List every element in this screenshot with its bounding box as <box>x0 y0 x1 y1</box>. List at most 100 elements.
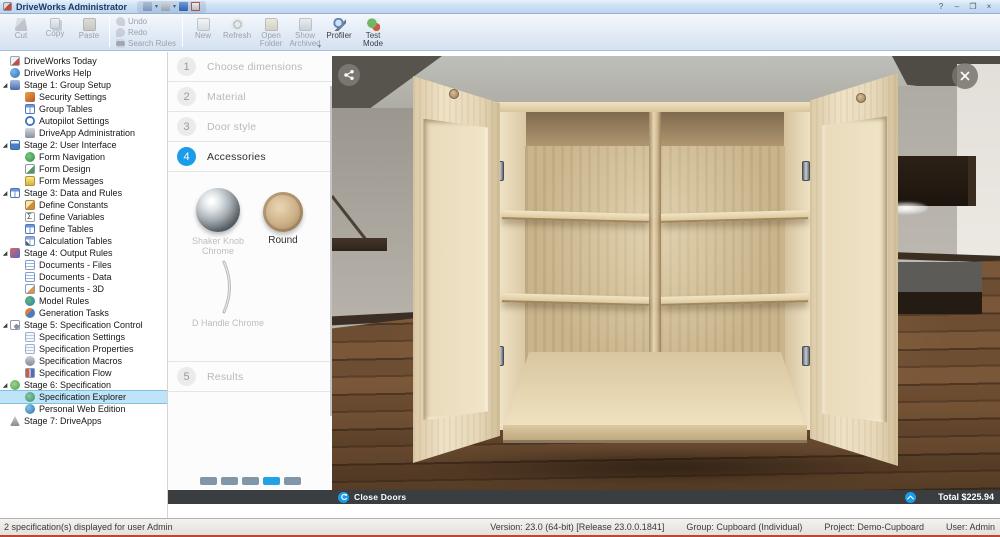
wizard-step-4[interactable]: 4Accessories <box>168 142 332 172</box>
toolbar-button-new[interactable]: New <box>186 16 220 40</box>
wizard-step-1[interactable]: 1Choose dimensions <box>168 52 332 82</box>
sidebar-item-calculation-tables[interactable]: Calculation Tables <box>0 235 167 247</box>
sidebar-item-stage-2-user-interface[interactable]: ◢ Stage 2: User Interface <box>0 139 167 151</box>
sidebar-item-documents-data[interactable]: Documents - Data <box>0 271 167 283</box>
sidebar-item-stage-7-driveapps[interactable]: Stage 7: DriveApps <box>0 415 167 427</box>
step-number: 3 <box>177 117 196 136</box>
close-doors-label[interactable]: Close Doors <box>354 492 406 502</box>
show-archived-icon <box>299 18 312 31</box>
sidebar-item-define-tables[interactable]: Define Tables <box>0 223 167 235</box>
sidebar-item-specification-flow[interactable]: Specification Flow <box>0 367 167 379</box>
pagination-dot[interactable] <box>221 477 238 485</box>
sidebar-item-stage-6-specification[interactable]: ◢Stage 6: Specification <box>0 379 167 391</box>
toolbar-button-refresh[interactable]: Refresh <box>220 16 254 40</box>
sidebar-item-specification-properties[interactable]: Specification Properties <box>0 343 167 355</box>
sidebar-item-label: Form Navigation <box>39 152 105 162</box>
save-icon[interactable] <box>179 2 188 11</box>
document-icon[interactable] <box>143 2 152 11</box>
tree-expander-icon[interactable]: ◢ <box>0 82 10 89</box>
accessory-option-wood-knob[interactable]: Round <box>254 192 312 246</box>
status-field: Version: 23.0 (64-bit) [Release 23.0.0.1… <box>490 522 664 532</box>
pagination-dot[interactable] <box>284 477 301 485</box>
sidebar-item-form-messages[interactable]: Form Messages <box>0 175 167 187</box>
toolbar-button-open-folder[interactable]: Open Folder <box>254 16 288 48</box>
toolbar-button-undo[interactable]: Undo <box>113 16 150 27</box>
minimize-window-button[interactable]: – <box>950 1 964 12</box>
status-field: Project: Demo-Cupboard <box>824 522 924 532</box>
sidebar-item-label: Stage 5: Specification Control <box>24 320 143 330</box>
pagination-dot[interactable] <box>200 477 217 485</box>
accessory-option-chrome-knob[interactable]: Shaker Knob Chrome <box>182 188 254 256</box>
tree-expander-icon[interactable]: ◢ <box>0 382 10 389</box>
expand-summary-button[interactable] <box>905 492 916 503</box>
toolbar-button-cut[interactable]: Cut <box>4 16 38 40</box>
toolbar-button-redo[interactable]: Redo <box>113 27 150 38</box>
sidebar-item-stage-1-group-setup[interactable]: ◢Stage 1: Group Setup <box>0 79 167 91</box>
configurator-wizard: 1Choose dimensions2Material3Door style4A… <box>168 52 332 490</box>
info-icon[interactable] <box>191 2 200 11</box>
stage1-icon <box>10 80 20 90</box>
tree-expander-icon[interactable]: ◢ <box>0 142 10 149</box>
tree-expander-icon[interactable]: ◢ <box>0 322 10 329</box>
sidebar-item-define-constants[interactable]: Define Constants <box>0 199 167 211</box>
wizard-step-2[interactable]: 2Material <box>168 82 332 112</box>
sidebar-item-label: Stage 2: User Interface <box>24 140 117 150</box>
chevron-down-icon[interactable]: ▾ <box>318 43 321 50</box>
wizard-step-3[interactable]: 3Door style <box>168 112 332 142</box>
sidebar-item-driveworks-help[interactable]: DriveWorks Help <box>0 67 167 79</box>
wizard-step-5[interactable]: 5Results <box>168 362 332 392</box>
sidebar-item-documents-3d[interactable]: Documents - 3D <box>0 283 167 295</box>
sidebar-item-stage-4-output-rules[interactable]: ◢ Stage 4: Output Rules <box>0 247 167 259</box>
close-doors-button[interactable] <box>338 492 349 503</box>
chevron-down-icon[interactable]: ▾ <box>173 3 176 10</box>
spec-icon <box>25 332 35 342</box>
cabinet-door-left[interactable] <box>413 76 500 463</box>
sidebar-item-driveworks-today[interactable]: DriveWorks Today <box>0 55 167 67</box>
restore-window-button[interactable]: ❐ <box>966 1 980 12</box>
sidebar-item-group-tables[interactable]: Group Tables <box>0 103 167 115</box>
tree-expander-icon[interactable]: ◢ <box>0 190 10 197</box>
chevron-down-icon[interactable]: ▾ <box>155 3 158 10</box>
cabinet-bottom-panel <box>505 352 805 426</box>
sidebar-item-security-settings[interactable]: Security Settings <box>0 91 167 103</box>
toolbar-button-label: Search Rules <box>128 39 176 48</box>
sidebar-item-model-rules[interactable]: Model Rules <box>0 295 167 307</box>
cabinet-door-right[interactable] <box>810 73 898 466</box>
toolbar-button-show-archived[interactable]: Show Archived <box>288 16 322 48</box>
close-window-button[interactable]: × <box>982 1 996 12</box>
sidebar-item-define-variables[interactable]: Define Variables <box>0 211 167 223</box>
pagination-dot[interactable] <box>242 477 259 485</box>
gen-icon <box>25 308 35 318</box>
3d-preview-viewport[interactable] <box>332 56 1000 490</box>
toolbar-button-search-rules[interactable]: Search Rules <box>113 38 179 49</box>
close-preview-button[interactable] <box>952 63 978 89</box>
print-icon[interactable] <box>161 2 170 11</box>
toolbar-button-paste[interactable]: Paste <box>72 16 106 40</box>
help-window-button[interactable]: ? <box>934 1 948 12</box>
close-icon <box>959 70 971 82</box>
sidebar-item-stage-5-specification-control[interactable]: ◢ Stage 5: Specification Control <box>0 319 167 331</box>
sidebar-item-driveapp-administration[interactable]: DriveApp Administration <box>0 127 167 139</box>
sidebar-item-specification-settings[interactable]: Specification Settings <box>0 331 167 343</box>
sidebar-item-documents-files[interactable]: Documents - Files <box>0 259 167 271</box>
pagination-dot[interactable] <box>263 477 280 485</box>
sidebar-item-generation-tasks[interactable]: Generation Tasks <box>0 307 167 319</box>
sidebar-item-form-navigation[interactable]: Form Navigation <box>0 151 167 163</box>
tree-expander-icon[interactable]: ◢ <box>0 250 10 257</box>
sidebar-item-specification-macros[interactable]: Specification Macros <box>0 355 167 367</box>
sidebar-item-form-design[interactable]: Form Design <box>0 163 167 175</box>
sidebar-tree: DriveWorks TodayDriveWorks Help◢Stage 1:… <box>0 52 168 518</box>
viewport-bottom-bar: Close Doors Total $225.94 <box>168 490 1000 504</box>
toolbar-button-copy[interactable]: Copy <box>38 16 72 38</box>
accessory-option-d-handle[interactable]: D Handle Chrome <box>182 260 274 328</box>
toolbar-button-label: Undo <box>128 17 147 26</box>
sidebar-item-autopilot-settings[interactable]: Autopilot Settings <box>0 115 167 127</box>
sidebar-item-personal-web-edition[interactable]: Personal Web Edition <box>0 403 167 415</box>
share-button[interactable] <box>338 64 360 86</box>
toolbar-button-profiler[interactable]: Profiler <box>322 16 356 40</box>
sidebar-item-specification-explorer[interactable]: Specification Explorer <box>0 391 167 403</box>
sidebar-item-label: Stage 4: Output Rules <box>24 248 113 258</box>
sidebar-item-stage-3-data-and-rules[interactable]: ◢Stage 3: Data and Rules <box>0 187 167 199</box>
today-icon <box>10 56 20 66</box>
toolbar-button-test-mode[interactable]: Test Mode <box>356 16 390 48</box>
